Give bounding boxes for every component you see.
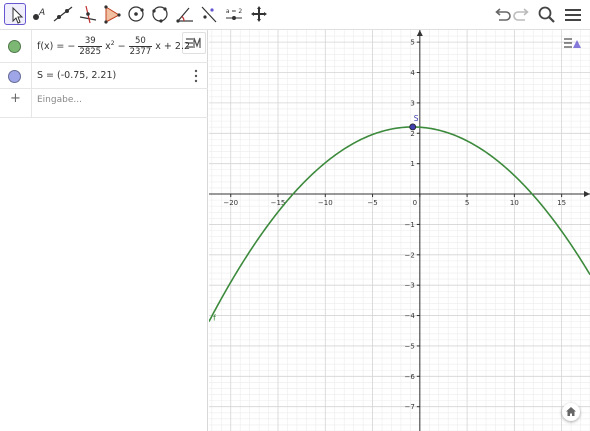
y-tick-label: −5 <box>404 342 414 350</box>
circle-center-point-icon[interactable] <box>125 3 147 25</box>
hamburger-menu-icon[interactable] <box>562 4 584 26</box>
x-tick-label: −10 <box>318 199 333 207</box>
row-divider <box>31 30 32 62</box>
perpendicular-line-icon[interactable] <box>77 3 99 25</box>
x-tick-label: −5 <box>367 199 377 207</box>
move-arrow-icon[interactable] <box>4 3 26 25</box>
function-name: f(x) <box>37 41 54 52</box>
graphics-view[interactable]: −20 −15 −10 −5 0 5 10 15 −7 −6 −5 −4 −3 −2 −1 1 2 3 4 5 f S <box>209 30 590 431</box>
slider-label: a = 2 <box>226 8 243 15</box>
y-tick-label: 5 <box>410 39 414 47</box>
toolbar: A a = 2 <box>0 0 590 30</box>
undo-icon[interactable] <box>491 4 513 26</box>
algebra-view: f(x) = − 39 2825 x2 − 50 2377 x + 2.2 S = … <box>0 30 208 431</box>
y-tick-label: −6 <box>404 373 415 381</box>
graphics-style-bar-icon[interactable] <box>562 34 584 52</box>
x-tick-label: 10 <box>510 199 519 207</box>
plus-sign: + <box>163 41 172 52</box>
point-s-expression[interactable]: S = (-0.75, 2.21) <box>37 70 116 81</box>
x-tick-label: 5 <box>465 199 469 207</box>
x-tick-label: −20 <box>223 199 238 207</box>
more-options-icon[interactable] <box>193 68 199 84</box>
algebra-row-function-f[interactable]: f(x) = − 39 2825 x2 − 50 2377 x + 2.2 <box>0 30 208 63</box>
fraction-a-numerator: 39 <box>78 36 103 47</box>
y-tick-label: −3 <box>404 282 414 290</box>
exponent: 2 <box>110 39 115 47</box>
y-tick-label: −7 <box>404 403 414 411</box>
variable-x: x <box>155 41 161 52</box>
visibility-toggle-f[interactable] <box>8 40 21 53</box>
polygon-icon[interactable] <box>101 3 123 25</box>
row-divider <box>31 63 32 88</box>
reflect-about-line-icon[interactable] <box>198 3 220 25</box>
home-icon[interactable] <box>562 403 580 421</box>
y-tick-label: 1 <box>410 160 414 168</box>
x-tick-label: 15 <box>557 199 566 207</box>
geogebra-app: A a = 2 f(x) = − 39 2825 x2 − 50 2377 x … <box>0 0 590 431</box>
minus-sign: − <box>117 41 126 52</box>
point-s-label: S <box>414 114 419 123</box>
algebra-row-point-s[interactable]: S = (-0.75, 2.21) <box>0 63 208 89</box>
line-icon[interactable] <box>52 3 74 25</box>
search-icon[interactable] <box>536 4 558 26</box>
y-tick-label: −4 <box>404 312 415 320</box>
row-divider <box>31 89 32 117</box>
point-icon[interactable]: A <box>28 3 50 25</box>
fraction-a: 39 2825 <box>78 36 103 57</box>
fraction-a-denominator: 2825 <box>79 47 102 57</box>
minus-sign: − <box>67 41 76 52</box>
svg-text:A: A <box>38 8 45 18</box>
y-tick-label: 2 <box>410 130 414 138</box>
function-f-label: f <box>213 314 216 323</box>
point-s-marker <box>409 123 417 131</box>
y-tick-label: 4 <box>410 69 415 77</box>
constant-term: 2.2 <box>174 41 191 52</box>
move-graphics-view-icon[interactable] <box>248 3 270 25</box>
x-axis-arrow <box>584 191 590 198</box>
angle-icon[interactable] <box>174 3 196 25</box>
visibility-toggle-s[interactable] <box>8 70 21 83</box>
plus-icon[interactable]: + <box>10 92 21 106</box>
fraction-b: 50 2377 <box>128 36 153 57</box>
redo-icon[interactable] <box>511 4 533 26</box>
y-axis-arrow <box>416 30 423 36</box>
algebra-input-row[interactable] <box>0 89 208 118</box>
y-tick-label: 3 <box>410 99 414 107</box>
circle-three-points-icon[interactable] <box>149 3 171 25</box>
slider-icon[interactable]: a = 2 <box>223 3 245 25</box>
graph-canvas[interactable]: −20 −15 −10 −5 0 5 10 15−7−6−5−4−3−2−112345fS <box>209 30 590 431</box>
fraction-b-denominator: 2377 <box>129 47 152 57</box>
y-tick-label: −1 <box>404 221 414 229</box>
fraction-b-numerator: 50 <box>128 36 153 47</box>
x-tick-label: 0 <box>413 199 417 207</box>
function-f-expression[interactable]: f(x) = − 39 2825 x2 − 50 2377 x + 2.2 <box>37 36 190 57</box>
algebra-input-field[interactable]: Eingabe... <box>37 95 82 105</box>
equals-sign: = <box>56 41 65 52</box>
y-tick-label: −2 <box>404 251 414 259</box>
